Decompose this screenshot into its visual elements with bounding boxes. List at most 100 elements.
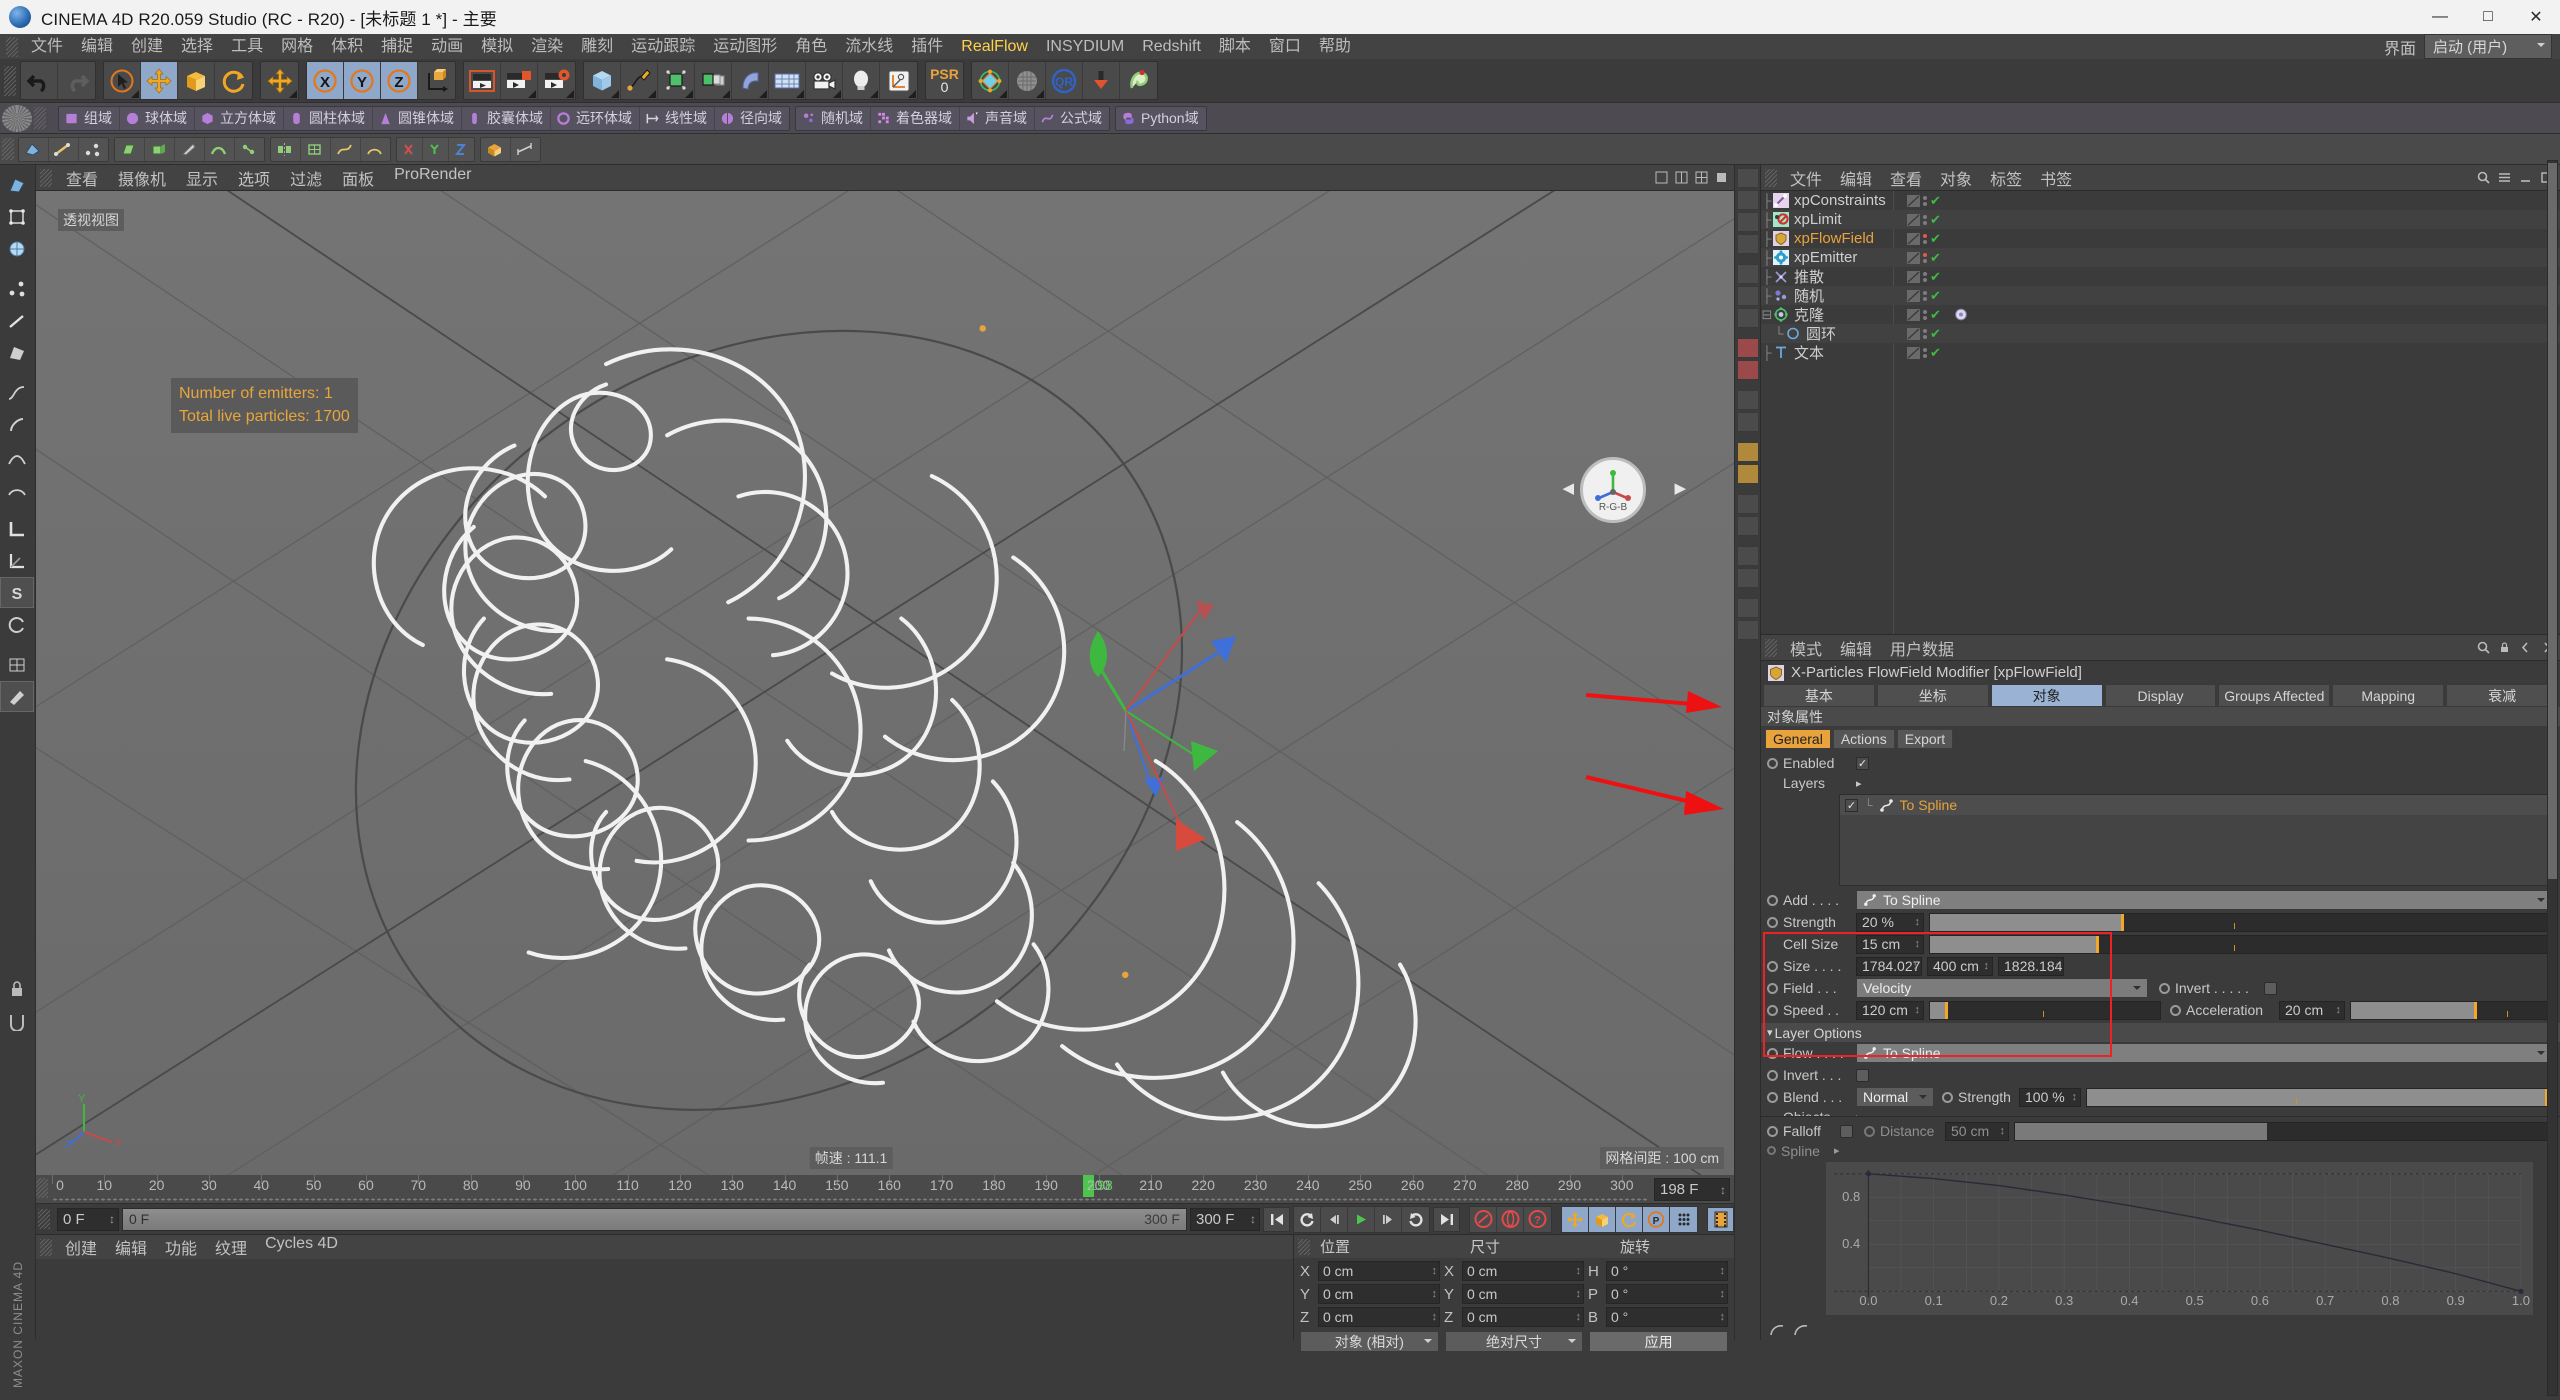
object-tree-glyph[interactable]: └ [1773,326,1785,341]
menu-item-捕捉[interactable]: 捕捉 [372,34,422,59]
attribute-tab-衰减[interactable]: 衰减 [2446,684,2558,707]
object-manager-menubar[interactable]: 文件编辑查看对象标签书签 [1761,165,2560,191]
material-list[interactable] [36,1259,1293,1340]
coord-rot-field-H[interactable]: 0 ° [1606,1261,1728,1281]
insydium-icon[interactable] [1120,62,1157,99]
menu-item-脚本[interactable]: 脚本 [1210,34,1260,59]
falloff-row[interactable]: Falloff Distance 50 cm [1761,1120,2560,1142]
object-tree-glyph[interactable]: ├ [1761,288,1773,303]
object-row-xpConstraints[interactable]: ├xpConstraints✔ [1761,191,2560,210]
y-axis-button[interactable]: Y [344,62,381,99]
world-axis-icon[interactable] [418,62,455,99]
extrude-icon[interactable] [145,138,175,161]
falloff-checkbox[interactable] [1840,1125,1853,1138]
invert-checkbox[interactable] [1856,1069,1869,1082]
layers-expand-arrow-icon[interactable]: ▸ [1856,777,1862,790]
object-manager-grip[interactable] [1765,169,1777,187]
main-toolbar[interactable]: X Y Z PSR0 QR [0,59,2560,103]
coord-size-field-X[interactable]: 0 cm [1462,1261,1584,1281]
size-y-field[interactable]: 400 cm [1927,957,1993,976]
coordinates-grid[interactable]: X0 cmX0 cmH0 °Y0 cmY0 cmP0 °Z0 cmZ0 cmB0… [1294,1258,1734,1327]
attribute-scrollbar[interactable] [2547,160,2558,1396]
side-tool-17-icon[interactable] [1737,568,1759,588]
modeling-group-b[interactable] [270,137,391,162]
side-tool-16-icon[interactable] [1737,546,1759,566]
side-tool-5-icon[interactable] [1737,264,1759,284]
object-tree-glyph[interactable]: ⊟ [1761,307,1773,323]
layout-dropdown[interactable]: 启动 (用户) [2424,34,2552,59]
menu-item-编辑[interactable]: 编辑 [1831,636,1881,660]
side-tool-13-icon[interactable] [1737,464,1759,484]
menu-item-RealFlow[interactable]: RealFlow [952,34,1037,59]
coord-pos-field-X[interactable]: 0 cm [1318,1261,1440,1281]
attribute-tab-Groups Affected[interactable]: Groups Affected [2218,684,2330,707]
point-tool-icon[interactable] [79,138,108,161]
keyframe-help-icon[interactable]: ? [1524,1207,1551,1232]
attribute-subtabs[interactable]: GeneralActionsExport [1761,728,2560,749]
object-tags[interactable]: ✔ [1907,326,1941,342]
scale-tool-button[interactable] [178,62,215,99]
playback-group[interactable] [1293,1206,1430,1233]
enable-check-icon[interactable]: ✔ [1930,345,1941,361]
speed-slider[interactable] [1929,1001,2161,1020]
size-x-field[interactable]: 1784.027 [1856,957,1922,976]
coord-pos-field-Z[interactable]: 0 cm [1318,1307,1440,1327]
tool-curve-icon[interactable] [0,441,34,472]
side-tool-7-icon[interactable] [1737,308,1759,328]
end-frame-field[interactable]: 300 F [1190,1208,1260,1231]
invert-top-checkbox[interactable] [2264,982,2277,995]
timeline-icon[interactable] [1707,1207,1734,1232]
cloner-tag-icon[interactable] [1954,308,1968,321]
subdivide-icon[interactable] [301,138,331,161]
poly-tool-icon[interactable] [19,138,49,161]
timeline-controls[interactable]: 0 F 0 F 300 F 300 F ? [36,1204,1734,1234]
attribute-manager-menubar[interactable]: 模式编辑用户数据 [1761,635,2560,661]
side-tool-4-icon[interactable] [1737,234,1759,254]
psr-group[interactable]: PSR0 [925,61,964,100]
tool-spline-edit-icon[interactable] [0,377,34,408]
axis-x-icon[interactable] [397,138,423,161]
coord-mode-dropdown[interactable]: 对象 (相对) [1300,1331,1439,1352]
enable-check-icon[interactable]: ✔ [1930,212,1941,228]
strength-row[interactable]: Strength 20 % [1761,911,2560,933]
cell-size-row[interactable]: Cell Size 15 cm [1761,933,2560,955]
field-button-box-field[interactable]: 立方体域 [195,107,284,130]
blend-strength-slider[interactable] [2086,1088,2552,1107]
menu-item-对象[interactable]: 对象 [1931,166,1981,190]
layer-checkbox[interactable]: ✓ [1845,799,1858,812]
attribute-subtab-General[interactable]: General [1765,729,1831,749]
object-tags[interactable]: ✔ [1907,288,1941,304]
step-forward-button[interactable] [1375,1207,1402,1232]
menu-item-编辑[interactable]: 编辑 [72,34,122,59]
falloff-preset-2-icon[interactable] [1793,1323,1809,1338]
side-tool-14-icon[interactable] [1737,494,1759,514]
transform-tools-group[interactable] [103,61,253,100]
visibility-toggle-icon[interactable] [1907,328,1920,340]
menu-item-查看[interactable]: 查看 [1881,166,1931,190]
object-tree-glyph[interactable]: ├ [1761,345,1773,360]
menu-item-雕刻[interactable]: 雕刻 [572,34,622,59]
flow-dropdown[interactable]: To Spline [1856,1043,2552,1063]
box-extra-icon[interactable] [481,138,511,161]
secondary-toolbar[interactable] [0,134,2560,165]
strength-value-field[interactable]: 20 % [1856,913,1924,932]
menu-item-书签[interactable]: 书签 [2031,166,2081,190]
record-icon[interactable] [1470,1207,1497,1232]
size-row[interactable]: Size . . . . 1784.027 400 cm 1828.184 [1761,955,2560,977]
falloff-preset-1-icon[interactable] [1769,1323,1785,1338]
acceleration-slider[interactable] [2350,1001,2552,1020]
field-button-torus-field[interactable]: 远环体域 [551,107,640,130]
visibility-dots[interactable] [1923,272,1927,282]
nav-left-arrow-icon[interactable]: ◀ [1562,479,1574,497]
object-row-xpFlowField[interactable]: ├xpFlowField✔ [1761,229,2560,248]
secondary-tools-group[interactable] [18,137,109,162]
coord-size-field-Z[interactable]: 0 cm [1462,1307,1584,1327]
visibility-dots[interactable] [1923,234,1927,244]
edge-tool-icon[interactable] [49,138,79,161]
attribute-subtab-Export[interactable]: Export [1897,729,1953,749]
nurbs-icon[interactable] [658,62,695,99]
side-tool-10-icon[interactable] [1737,390,1759,410]
object-row-圆环[interactable]: └圆环✔ [1761,324,2560,343]
viewport-side-toolbar[interactable] [1734,165,1760,1340]
side-tool-6-icon[interactable] [1737,286,1759,306]
